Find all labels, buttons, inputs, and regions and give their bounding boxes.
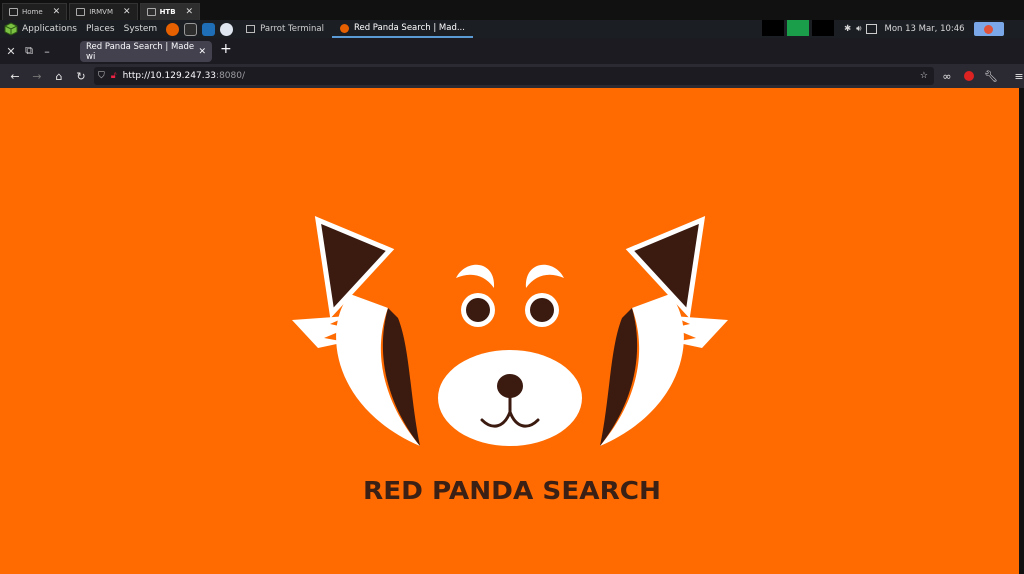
terminal-icon[interactable] — [184, 22, 198, 36]
display-icon[interactable] — [866, 24, 878, 34]
logo-text: RED PANDA SEARCH — [362, 476, 662, 505]
close-icon[interactable]: ✕ — [186, 7, 194, 17]
bluetooth-icon[interactable]: ✱ — [844, 24, 851, 34]
settings-icon[interactable] — [220, 22, 234, 36]
browser-tab-active[interactable]: Red Panda Search | Made wi ✕ — [80, 41, 212, 62]
tab-title: Red Panda Search | Made wi — [86, 41, 195, 62]
close-window-icon[interactable]: ✕ — [2, 45, 20, 58]
home-icon — [9, 8, 18, 16]
minimize-window-icon[interactable]: – — [38, 45, 56, 58]
lock-icon[interactable]: 🔓︎ — [111, 71, 117, 81]
vm-tab-irmvm[interactable]: IRMVM ✕ — [69, 3, 138, 20]
panel-tray: ✱ 🔊︎ Mon 13 Mar, 10:46 — [844, 20, 1004, 38]
vm-tab-label: IRMVM — [89, 8, 114, 16]
vm-tab-home[interactable]: Home ✕ — [2, 3, 68, 20]
desktop-panel: Applications Places System Parrot Termin… — [0, 20, 1024, 38]
window-edge — [1019, 88, 1024, 574]
powershell-icon[interactable] — [202, 22, 216, 36]
vm-icon — [76, 8, 86, 16]
firefox-icon[interactable] — [166, 22, 180, 36]
firefox-icon — [339, 23, 349, 33]
url-host: http://10.129.247.33 — [122, 71, 217, 81]
clock[interactable]: Mon 13 Mar, 10:46 — [884, 24, 964, 34]
url-bar[interactable]: ⛉ 🔓︎ http://10.129.247.33:8080/ ☆ — [94, 67, 934, 85]
avatar-icon — [984, 24, 994, 34]
forward-icon[interactable]: → — [26, 70, 48, 83]
new-tab-button[interactable]: + — [220, 41, 232, 57]
vm-tab-htb[interactable]: HTB ✕ — [139, 3, 201, 20]
page-content: RED PANDA SEARCH — [0, 88, 1024, 574]
restore-window-icon[interactable]: ⧉ — [20, 44, 38, 58]
wrench-icon[interactable]: 🔧︎ — [980, 70, 1002, 83]
back-icon[interactable]: ← — [4, 70, 26, 83]
url-port: :8080/ — [216, 71, 245, 81]
foxyproxy-icon[interactable]: ∞ — [936, 70, 958, 83]
terminal-icon — [246, 25, 256, 33]
browser-navbar: ← → ⌂ ↻ ⛉ 🔓︎ http://10.129.247.33:8080/ … — [0, 64, 1024, 88]
memory-graph — [787, 20, 809, 36]
menu-applications[interactable]: Applications — [22, 24, 77, 34]
task-parrot-terminal[interactable]: Parrot Terminal — [238, 20, 332, 38]
cpu-graph — [762, 20, 784, 36]
close-icon[interactable]: ✕ — [123, 7, 131, 17]
close-tab-icon[interactable]: ✕ — [198, 47, 206, 57]
user-avatar[interactable] — [973, 22, 1004, 36]
reload-icon[interactable]: ↻ — [70, 70, 92, 83]
menu-system[interactable]: System — [124, 24, 158, 34]
parrot-cube-icon[interactable] — [4, 22, 18, 36]
bookmark-star-icon[interactable]: ☆ — [920, 71, 928, 81]
vm-tab-bar: Home ✕ IRMVM ✕ HTB ✕ — [0, 0, 1024, 20]
red-panda-logo — [292, 215, 728, 446]
menu-places[interactable]: Places — [86, 24, 115, 34]
toolbar-extensions: ∞ 🔧︎ ≡ — [936, 64, 1024, 88]
network-graph — [812, 20, 834, 36]
extension-icon[interactable] — [964, 71, 974, 81]
vm-tab-label: Home — [22, 8, 43, 16]
browser-tab-strip: ✕ ⧉ – Red Panda Search | Made wi ✕ + — [0, 38, 1024, 64]
system-monitors — [762, 20, 834, 36]
task-label: Red Panda Search | Mad... — [353, 23, 465, 33]
shield-icon[interactable]: ⛉ — [98, 71, 105, 81]
vm-icon — [146, 8, 156, 16]
vm-tab-label: HTB — [159, 8, 176, 16]
volume-icon[interactable]: 🔊︎ — [856, 24, 861, 34]
close-icon[interactable]: ✕ — [53, 7, 61, 17]
menu-icon[interactable]: ≡ — [1008, 70, 1024, 83]
task-label: Parrot Terminal — [260, 24, 324, 34]
home-icon[interactable]: ⌂ — [48, 70, 70, 83]
task-red-panda-search[interactable]: Red Panda Search | Mad... — [331, 20, 473, 38]
